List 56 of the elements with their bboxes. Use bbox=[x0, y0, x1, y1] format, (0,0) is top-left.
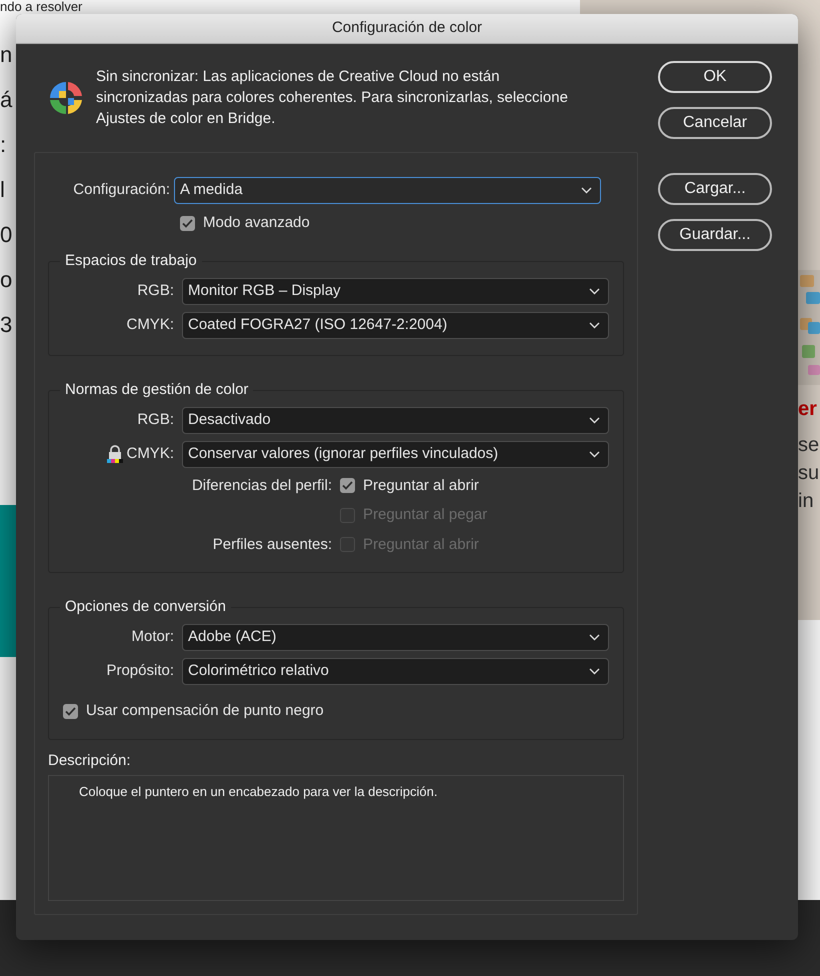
chevron-down-icon bbox=[589, 322, 600, 328]
page-text: o bbox=[0, 266, 14, 294]
description-text: Coloque el puntero en un encabezado para ver la descripción. bbox=[79, 783, 438, 801]
page-text: 0 bbox=[0, 221, 14, 249]
dialog-button[interactable]: OK bbox=[658, 61, 772, 93]
dialog-button[interactable]: Guardar... bbox=[658, 219, 772, 251]
field-label: Configuración: bbox=[73, 180, 170, 200]
chevron-down-icon bbox=[589, 668, 600, 675]
chevron-down-icon bbox=[589, 288, 600, 294]
dropdown[interactable]: Conservar valores (ignorar perfiles vinculados) bbox=[182, 440, 609, 468]
page-text: su bbox=[798, 461, 820, 486]
checkbox[interactable] bbox=[180, 216, 195, 231]
page-text: ndo a resolver bbox=[0, 0, 82, 14]
page-text: se bbox=[798, 433, 820, 458]
dialog-button[interactable]: Cargar... bbox=[658, 173, 772, 205]
page-text: n bbox=[0, 41, 14, 69]
field-label: Propósito: bbox=[106, 661, 174, 682]
option-label: Preguntar al abrir bbox=[363, 534, 479, 554]
field-label: Motor: bbox=[131, 627, 174, 648]
field-label: Diferencias del perfil: bbox=[192, 476, 332, 496]
sync-icon bbox=[48, 80, 84, 116]
dropdown[interactable]: Adobe (ACE) bbox=[182, 624, 609, 651]
dropdown[interactable]: Coated FOGRA27 (ISO 12647-2:2004) bbox=[182, 312, 609, 338]
field-label: RGB: bbox=[137, 410, 174, 430]
chevron-down-icon bbox=[589, 416, 600, 424]
checkmark-icon bbox=[65, 706, 76, 716]
dropdown[interactable]: Desactivado bbox=[182, 406, 609, 434]
dialog-button[interactable]: Cancelar bbox=[658, 107, 772, 139]
page-text: á bbox=[0, 86, 14, 114]
option-label: Modo avanzado bbox=[203, 213, 310, 233]
lock-icon bbox=[106, 444, 124, 464]
option-label: Preguntar al pegar bbox=[363, 505, 488, 525]
page-text: : bbox=[0, 131, 8, 159]
field-label: RGB: bbox=[137, 280, 174, 301]
chevron-down-icon bbox=[589, 634, 600, 641]
checkmark-icon bbox=[342, 481, 353, 490]
option-label: Usar compensación de punto negro bbox=[86, 701, 324, 721]
checkbox[interactable] bbox=[63, 704, 78, 719]
dropdown[interactable]: Colorimétrico relativo bbox=[182, 658, 609, 685]
checkmark-icon bbox=[182, 218, 193, 228]
field-label: Perfiles ausentes: bbox=[212, 534, 332, 554]
page-text: er bbox=[798, 397, 818, 422]
field-label: CMYK: bbox=[126, 444, 174, 464]
chevron-down-icon bbox=[581, 187, 592, 194]
page-text: 3 bbox=[0, 311, 14, 339]
window-title: Configuración de color bbox=[332, 18, 482, 38]
sync-warning-text: Sin sincronizar: Las aplicaciones de Creative Cloud no están sincronizadas para colores coherentes. Para sincronizarlas, seleccione Ajustes de color en Bridge. bbox=[96, 67, 569, 129]
chevron-down-icon bbox=[589, 450, 600, 458]
option-label: Preguntar al abrir bbox=[363, 476, 479, 496]
checkbox[interactable] bbox=[340, 478, 355, 494]
page-text: in bbox=[798, 489, 815, 514]
dropdown[interactable]: Monitor RGB – Display bbox=[182, 278, 609, 304]
description-label: Descripción: bbox=[48, 750, 132, 770]
page-text: l bbox=[0, 176, 6, 204]
dropdown[interactable]: A medida bbox=[174, 177, 601, 204]
field-label: CMYK: bbox=[126, 314, 174, 335]
